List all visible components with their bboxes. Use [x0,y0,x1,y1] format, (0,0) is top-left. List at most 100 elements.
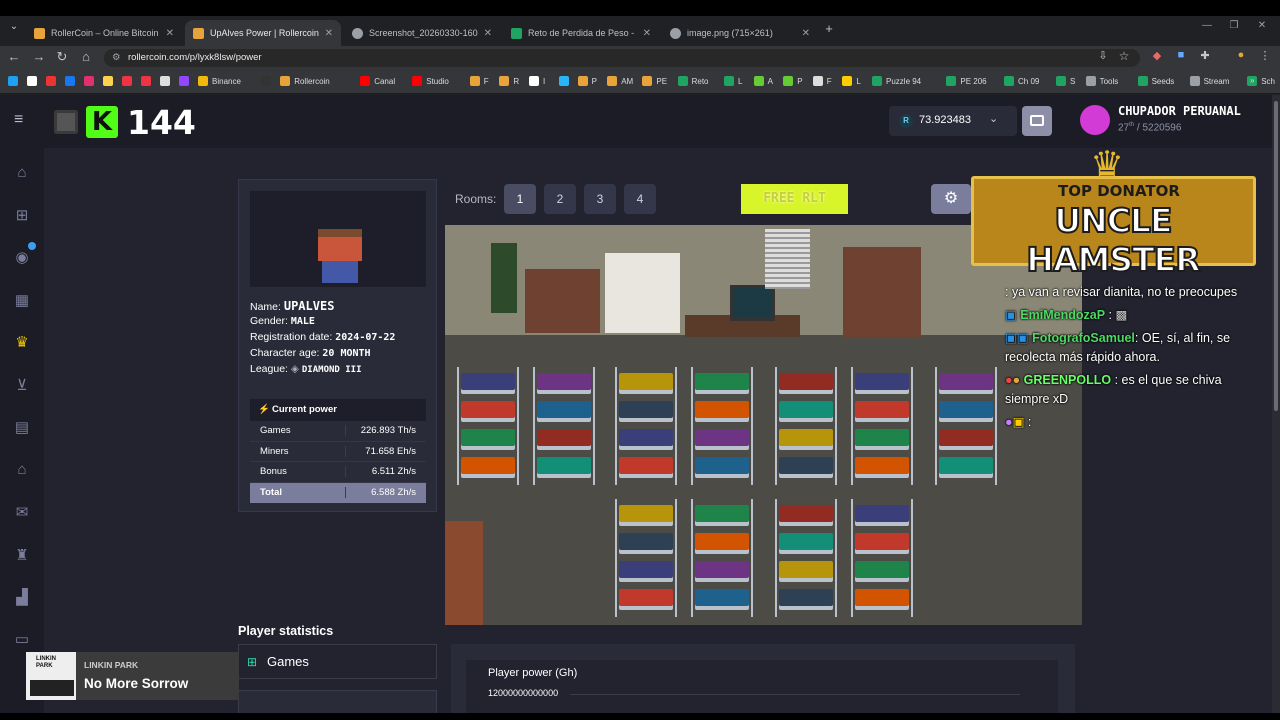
miner-item[interactable] [855,533,909,550]
miner-item[interactable] [619,373,673,390]
tools-nav-icon[interactable]: ▟ [12,588,32,606]
hamburger-menu-icon[interactable]: ≡ [14,111,23,129]
back-icon[interactable]: ← [5,49,23,64]
window-close-icon[interactable]: ✕ [1253,20,1271,31]
miner-item[interactable] [939,429,993,446]
bookmark-item[interactable]: I [529,76,545,86]
miner-item[interactable] [939,373,993,390]
rlt-nav-icon[interactable]: ◉ [12,248,32,266]
trophy-nav-icon[interactable]: ♜ [12,546,32,564]
miner-item[interactable] [855,589,909,606]
miner-item[interactable] [779,505,833,522]
room-button-1[interactable]: 1 [504,184,536,214]
miner-item[interactable] [461,429,515,446]
miner-item[interactable] [695,429,749,446]
miner-item[interactable] [779,429,833,446]
events-nav-icon[interactable]: ▦ [12,291,32,309]
miner-item[interactable] [695,561,749,578]
bookmark-item[interactable]: Tools [1085,76,1118,86]
browser-tab-4[interactable]: image.png (715×261) ✕ [662,20,818,46]
bookmark-item[interactable] [8,76,22,86]
miner-item[interactable] [695,373,749,390]
url-input[interactable]: ⚙ rollercoin.com/p/lyxk8lsw/power [104,49,1140,67]
miner-item[interactable] [619,505,673,522]
miner-item[interactable] [619,429,673,446]
room-button-4[interactable]: 4 [624,184,656,214]
miner-item[interactable] [537,373,591,390]
bookmark-item[interactable]: PE 206 [946,76,987,86]
install-icon[interactable]: ⇩ [1094,49,1112,62]
room-button-2[interactable]: 2 [544,184,576,214]
close-icon[interactable]: ✕ [802,28,810,39]
miner-item[interactable] [779,561,833,578]
close-icon[interactable]: ✕ [325,28,333,39]
bookmark-item[interactable] [84,76,98,86]
site-info-icon[interactable]: ⚙ [112,49,121,67]
bookmark-item[interactable]: Studio [412,76,449,86]
bookmark-item[interactable]: L [724,76,742,86]
maximize-icon[interactable]: ❐ [1225,20,1243,31]
minimize-icon[interactable]: — [1198,20,1216,31]
miner-item[interactable] [619,533,673,550]
cart-nav-icon[interactable]: ⊻ [12,376,32,394]
miner-item[interactable] [855,401,909,418]
bookmark-item[interactable]: Reto [677,76,709,86]
close-icon[interactable]: ✕ [166,28,174,39]
home-nav-icon[interactable]: ⌂ [12,164,32,182]
browser-tab-2[interactable]: Screenshot_20260330-160426. ✕ [344,20,500,46]
bookmark-item[interactable] [141,76,155,86]
free-rlt-button[interactable]: FREE RLT [741,184,848,214]
miner-item[interactable] [695,401,749,418]
miner-item[interactable] [779,533,833,550]
bookmark-item[interactable]: Binance [198,76,241,86]
bookmark-item[interactable] [122,76,136,86]
miner-item[interactable] [779,589,833,606]
miner-item[interactable] [939,457,993,474]
bookmark-item[interactable] [179,76,193,86]
miner-item[interactable] [855,561,909,578]
bookmark-item[interactable]: Canal [360,76,395,86]
chevron-down-icon[interactable]: ⌄ [989,112,998,125]
browser-tab-3[interactable]: Reto de Perdida de Peso - El M ✕ [503,20,659,46]
extension-fox-icon[interactable]: ◆ [1148,49,1166,62]
miner-item[interactable] [695,533,749,550]
browser-tab-1[interactable]: UpAlves Power | Rollercoin ✕ [185,20,341,46]
miner-item[interactable] [619,561,673,578]
bookmark-item[interactable]: L [842,76,861,86]
bookmark-item[interactable]: F [469,76,489,86]
crown-nav-icon[interactable]: ♛ [12,333,32,351]
miner-item[interactable] [779,401,833,418]
miner-item[interactable] [855,429,909,446]
bookmark-item[interactable]: AM [607,76,633,86]
miner-item[interactable] [537,401,591,418]
close-icon[interactable]: ✕ [484,28,492,39]
miner-item[interactable] [537,457,591,474]
miner-item[interactable] [461,401,515,418]
home-icon[interactable]: ⌂ [77,49,95,64]
bookmark-item[interactable]: Ch 09 [1004,76,1039,86]
browser-tab-0[interactable]: RollerCoin – Online Bitcoin Mi ✕ [26,20,182,46]
scroll-thumb[interactable] [1274,101,1278,411]
bookmark-item[interactable]: R [499,76,519,86]
shop-nav-icon[interactable]: ▤ [12,418,32,436]
miner-item[interactable] [939,401,993,418]
bookmark-item[interactable]: P [577,76,597,86]
bookmark-item[interactable]: Stream [1189,76,1229,86]
bookmarks-overflow-icon[interactable]: » [1250,76,1254,85]
reload-icon[interactable]: ↻ [53,49,71,65]
miner-item[interactable] [619,589,673,606]
wallet-button[interactable] [1022,106,1052,136]
miner-item[interactable] [779,457,833,474]
miner-item[interactable] [619,401,673,418]
extension-icon[interactable]: ■ [1172,49,1190,61]
bookmark-item[interactable] [65,76,79,86]
miner-item[interactable] [855,373,909,390]
close-icon[interactable]: ✕ [643,28,651,39]
games-stat-button[interactable]: ⊞ Games [238,644,437,679]
bookmark-item[interactable] [558,76,573,86]
bookmark-item[interactable]: Rollercoin [280,76,330,86]
miner-item[interactable] [461,373,515,390]
extensions-puzzle-icon[interactable]: ✚ [1196,49,1214,62]
username[interactable]: CHUPADOR PERUANAL [1118,104,1241,118]
bookmark-item[interactable]: Seeds [1137,76,1174,86]
